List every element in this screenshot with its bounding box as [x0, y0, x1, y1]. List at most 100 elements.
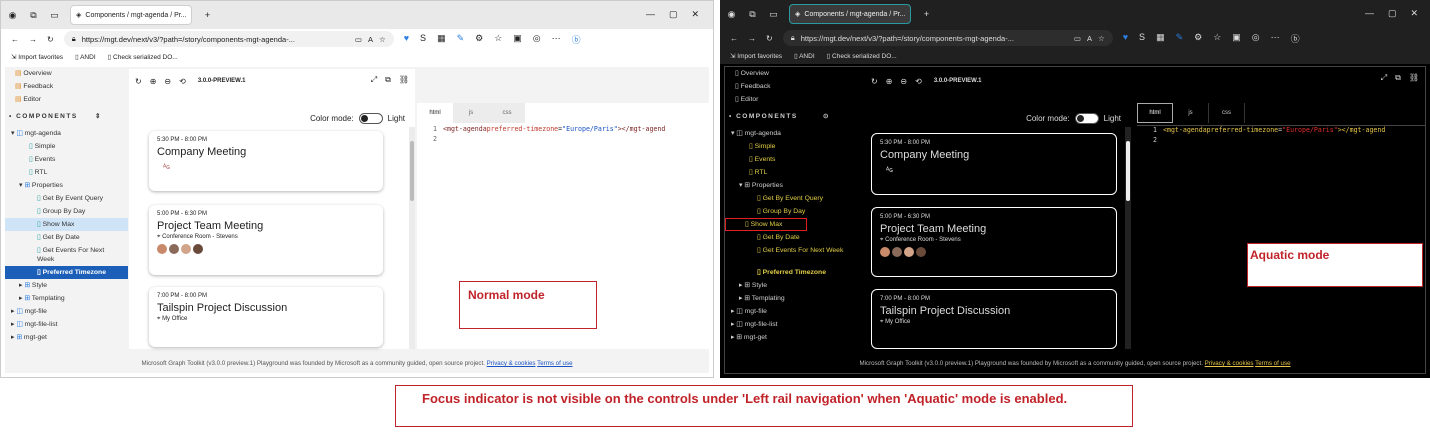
nav-rtl[interactable]: ▯ RTL — [5, 166, 128, 179]
nav-get-events-next-week[interactable]: ▯ Get Events For Next Week — [5, 244, 128, 266]
forward-icon[interactable]: → — [748, 34, 756, 43]
minimize-icon[interactable]: — — [1365, 8, 1374, 19]
avatar[interactable] — [169, 244, 179, 254]
nav-show-max[interactable]: ▯ Show Max — [5, 218, 128, 231]
nav-mgt-agenda[interactable]: ▾ ◫ mgt-agenda — [5, 127, 128, 140]
nav-show-max[interactable]: ▯ Show Max — [725, 218, 807, 231]
close-tab-icon[interactable]: ✕ — [910, 10, 911, 18]
fullscreen-icon[interactable]: ⤢ — [371, 75, 377, 85]
terms-link[interactable]: Terms of use — [1255, 360, 1290, 367]
avatar[interactable] — [181, 244, 191, 254]
favorite-check[interactable]: ▯ Check serialized DO... — [108, 53, 178, 61]
collections-icon[interactable]: ▣ — [513, 33, 522, 46]
nav-group-by-day[interactable]: ▯ Group By Day — [5, 205, 128, 218]
nav-properties[interactable]: ▾ ⊞ Properties — [725, 179, 865, 192]
avatar[interactable] — [892, 247, 902, 257]
nav-feedback[interactable]: ▤ Feedback — [5, 80, 128, 93]
canvas-scrollbar[interactable] — [409, 127, 415, 349]
code-area[interactable]: 1 <mgt-agenda preferred-timezone = "Europe… — [1137, 125, 1425, 349]
browser-tab[interactable]: ◈ Components / mgt-agenda / Pr... ✕ — [70, 5, 192, 25]
nav-mgt-agenda[interactable]: ▾ ◫ mgt-agenda — [725, 127, 865, 140]
nav-get-by-date[interactable]: ▯ Get By Date — [5, 231, 128, 244]
favorite-import[interactable]: ⇲ Import favorites — [11, 53, 63, 61]
scrollbar-thumb[interactable] — [410, 141, 414, 201]
maximize-icon[interactable]: ▢ — [1388, 8, 1397, 19]
event-card[interactable]: 7:00 PM - 8:00 PM Tailspin Project Discu… — [149, 287, 383, 347]
canvas-scrollbar[interactable] — [1125, 127, 1131, 349]
nav-get-by-date[interactable]: ▯ Get By Date — [725, 231, 865, 244]
nav-overview[interactable]: ▤ Overview — [5, 67, 128, 80]
copy-link-icon[interactable]: ⛓ — [1409, 73, 1419, 83]
back-icon[interactable]: ← — [730, 34, 738, 43]
address-bar[interactable]: 🔒︎ https://mgt.dev/next/v3/?path=/story/… — [63, 31, 394, 47]
nav-mgt-file-list[interactable]: ▸ ◫ mgt-file-list — [725, 318, 865, 331]
fullscreen-icon[interactable]: ⤢ — [1381, 73, 1387, 83]
avatar[interactable] — [916, 247, 926, 257]
nav-simple[interactable]: ▯ Simple — [725, 140, 865, 153]
address-bar[interactable]: 🔒︎ https://mgt.dev/next/v3/?path=/story/… — [782, 30, 1113, 46]
nav-group-by-day[interactable]: ▯ Group By Day — [725, 205, 865, 218]
privacy-link[interactable]: Privacy & cookies — [487, 360, 536, 367]
nav-get-events-next-week[interactable]: ▯ Get Events For Next Week — [725, 244, 865, 266]
favorite-star-icon[interactable]: ☆ — [1098, 34, 1105, 43]
nav-mgt-file[interactable]: ▸ ◫ mgt-file — [725, 305, 865, 318]
workspaces-icon[interactable]: ⧉ — [747, 9, 758, 20]
event-card[interactable]: 5:00 PM - 6:30 PM Project Team Meeting ⌖… — [149, 205, 383, 275]
reload-icon[interactable]: ↻ — [135, 77, 142, 86]
favorite-andi[interactable]: ▯ ANDI — [794, 52, 815, 60]
extension-s-icon[interactable]: S — [420, 33, 426, 46]
zoom-out-icon[interactable]: ⊖ — [900, 77, 907, 86]
tab-html[interactable]: html — [417, 103, 453, 123]
event-card[interactable]: 5:30 PM - 8:00 PM Company Meeting ᴬɢ — [871, 133, 1117, 195]
copilot-icon[interactable]: ⓑ — [1291, 32, 1300, 45]
nav-editor[interactable]: ▯ Editor — [725, 93, 865, 106]
zoom-in-icon[interactable]: ⊕ — [150, 77, 157, 86]
tab-search-icon[interactable]: ▭ — [1074, 34, 1081, 43]
nav-mgt-file-list[interactable]: ▸ ◫ mgt-file-list — [5, 318, 128, 331]
nav-templating[interactable]: ▸ ⊞ Templating — [5, 292, 128, 305]
nav-feedback[interactable]: ▯ Feedback — [725, 80, 865, 93]
zoom-out-icon[interactable]: ⊖ — [164, 77, 171, 86]
copy-link-icon[interactable]: ⛓ — [399, 75, 409, 85]
extension-heart-icon[interactable]: ♥ — [404, 33, 409, 46]
collections-icon[interactable]: ▣ — [1232, 32, 1241, 45]
extension-pen-icon[interactable]: ✎ — [1176, 32, 1184, 45]
zoom-reset-icon[interactable]: ⟲ — [179, 77, 186, 86]
profile-account-icon[interactable]: ◎ — [533, 33, 541, 46]
nav-mgt-file[interactable]: ▸ ◫ mgt-file — [5, 305, 128, 318]
extension-grid-icon[interactable]: ▦ — [437, 33, 446, 46]
nav-editor[interactable]: ▤ Editor — [5, 93, 128, 106]
event-card[interactable]: 5:00 PM - 6:30 PM Project Team Meeting ⌖… — [871, 207, 1117, 277]
maximize-icon[interactable]: ▢ — [669, 9, 678, 20]
nav-get-by-event-query[interactable]: ▯ Get By Event Query — [725, 192, 865, 205]
favorite-andi[interactable]: ▯ ANDI — [75, 53, 96, 61]
more-menu-icon[interactable]: ⋯ — [1271, 32, 1280, 45]
more-menu-icon[interactable]: ⋯ — [552, 33, 561, 46]
avatar[interactable] — [193, 244, 203, 254]
nav-get-by-event-query[interactable]: ▯ Get By Event Query — [5, 192, 128, 205]
terms-link[interactable]: Terms of use — [537, 360, 572, 367]
nav-overview[interactable]: ▯ Overview — [725, 67, 865, 80]
scrollbar-thumb[interactable] — [1126, 141, 1130, 201]
tab-js[interactable]: js — [1173, 103, 1209, 123]
nav-events[interactable]: ▯ Events — [5, 153, 128, 166]
privacy-link[interactable]: Privacy & cookies — [1205, 360, 1254, 367]
avatar[interactable] — [157, 244, 167, 254]
refresh-icon[interactable]: ↻ — [766, 34, 773, 43]
tab-html[interactable]: html — [1137, 103, 1173, 123]
close-window-icon[interactable]: ✕ — [1410, 8, 1418, 19]
expand-collapse-icon[interactable]: ⇕ — [95, 113, 102, 120]
favorites-icon[interactable]: ☆ — [1213, 32, 1221, 45]
tab-css[interactable]: css — [1209, 103, 1245, 123]
nav-section-components[interactable]: • COMPONENTS ⇕ — [5, 110, 128, 123]
nav-section-components[interactable]: • COMPONENTS ⊙ — [725, 110, 865, 123]
refresh-icon[interactable]: ↻ — [47, 35, 54, 44]
zoom-reset-icon[interactable]: ⟲ — [915, 77, 922, 86]
nav-events[interactable]: ▯ Events — [725, 153, 865, 166]
new-tab-icon[interactable]: + — [202, 10, 213, 21]
new-tab-icon[interactable]: + — [921, 9, 932, 20]
read-aloud-icon[interactable]: A — [368, 35, 373, 44]
open-new-tab-icon[interactable]: ⧉ — [1395, 73, 1401, 83]
workspaces-icon[interactable]: ⧉ — [28, 10, 39, 21]
close-window-icon[interactable]: ✕ — [691, 9, 699, 20]
